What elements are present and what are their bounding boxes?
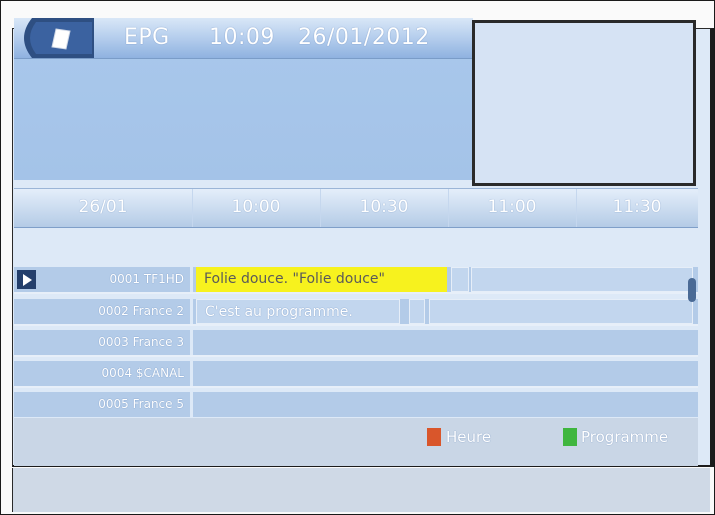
channel-row[interactable]: 0002 France 2 C'est au programme. xyxy=(14,299,698,324)
program-cell[interactable] xyxy=(409,299,425,324)
legend-programme[interactable]: Programme xyxy=(581,426,668,448)
bottom-strip xyxy=(12,468,710,512)
grid-scrollbar[interactable] xyxy=(688,278,696,302)
channel-row[interactable]: 0003 France 3 xyxy=(14,330,698,355)
channel-row[interactable]: 0005 France 5 xyxy=(14,392,698,417)
epg-tab-icon xyxy=(36,26,86,52)
video-preview-window xyxy=(472,20,696,186)
program-grid-row xyxy=(193,361,698,386)
program-grid-row: Folie douce. "Folie douce" xyxy=(193,267,698,292)
row-divider xyxy=(14,324,698,326)
row-divider xyxy=(14,292,698,294)
row-divider xyxy=(14,355,698,357)
program-cell[interactable] xyxy=(471,267,693,292)
channel-name: 0003 France 3 xyxy=(14,330,190,355)
channel-name: 0004 $CANAL xyxy=(14,361,190,386)
header-title: EPG xyxy=(124,25,170,50)
legend-heure[interactable]: Heure xyxy=(446,426,491,448)
timeline-slot: 11:00 xyxy=(448,189,577,227)
channel-row[interactable]: 0004 $CANAL xyxy=(14,361,698,386)
green-key-icon xyxy=(563,428,577,446)
row-divider xyxy=(14,386,698,388)
program-grid-row: C'est au programme. xyxy=(193,299,698,324)
play-arrow-icon xyxy=(17,270,36,289)
channel-name: 0005 France 5 xyxy=(14,392,190,417)
timeline-slot: 10:00 xyxy=(192,189,321,227)
channel-name: 0001 TF1HD xyxy=(14,267,190,292)
timeline-slot: 11:30 xyxy=(612,197,662,217)
program-cell[interactable] xyxy=(451,267,469,292)
program-cell[interactable] xyxy=(429,299,693,324)
channel-row[interactable]: 0001 TF1HD Folie douce. "Folie douce" xyxy=(14,267,698,292)
timeline-date: 26/01 xyxy=(14,189,193,227)
program-cell-selected[interactable]: Folie douce. "Folie douce" xyxy=(196,267,447,292)
header-date: 26/01/2012 xyxy=(298,25,430,50)
timeline-slot: 10:30 xyxy=(320,189,449,227)
program-cell[interactable]: C'est au programme. xyxy=(196,299,400,324)
red-key-icon xyxy=(427,428,441,446)
program-grid-row xyxy=(193,392,698,417)
timeline-header: 26/01 10:00 10:30 11:00 11:30 xyxy=(14,188,698,228)
header-time: 10:09 xyxy=(209,25,275,50)
channel-name: 0002 France 2 xyxy=(14,299,190,324)
program-grid-row xyxy=(193,330,698,355)
